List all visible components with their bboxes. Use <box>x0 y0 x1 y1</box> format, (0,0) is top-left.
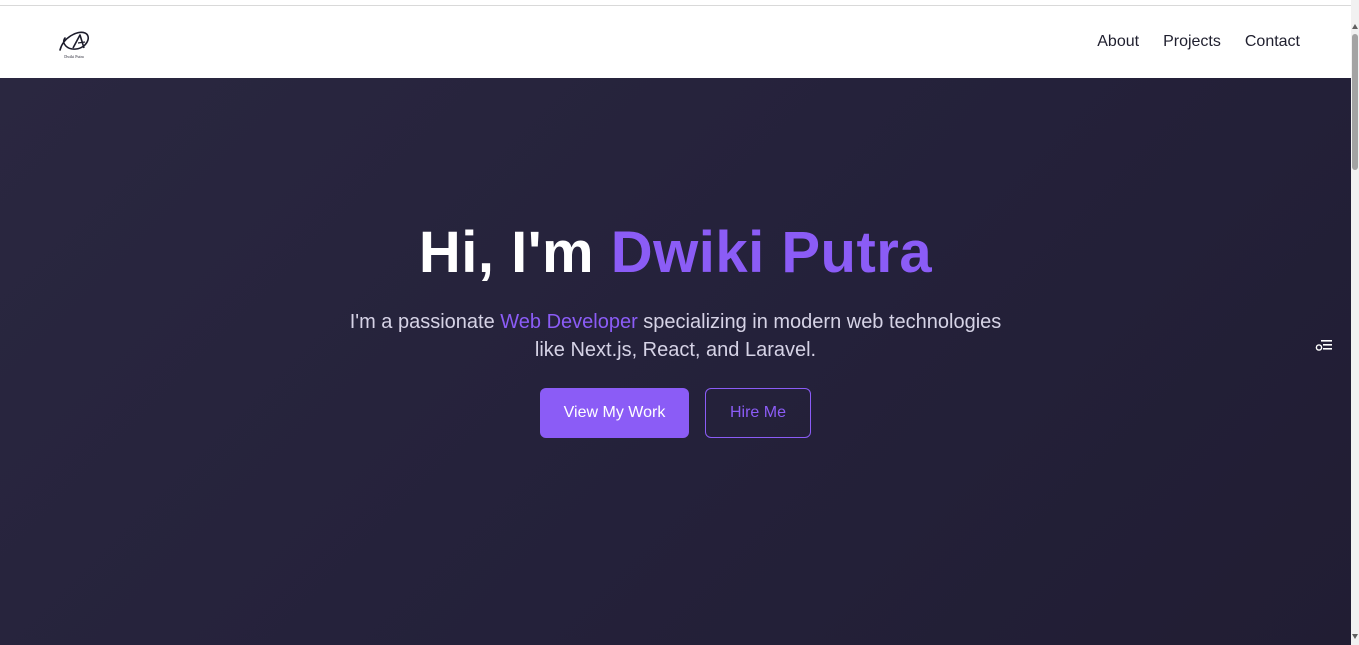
hero-subtitle-role: Web Developer <box>500 311 638 333</box>
hero-title-name: Dwiki Putra <box>610 220 933 285</box>
view-my-work-button[interactable]: View My Work <box>540 388 689 438</box>
nav-link-projects[interactable]: Projects <box>1163 33 1221 51</box>
hero-subtitle-before: I'm a passionate <box>349 311 501 333</box>
hero-cta-row: View My Work Hire Me <box>540 388 811 438</box>
scroll-down-arrow-icon[interactable] <box>1352 634 1358 639</box>
hire-me-button[interactable]: Hire Me <box>705 388 811 438</box>
logo-text: Dwiki Putra <box>64 54 84 59</box>
dwiki-putra-logo-icon: Dwiki Putra <box>59 31 89 59</box>
accessibility-settings-icon <box>1315 340 1332 351</box>
navbar: Dwiki Putra About Projects Contact <box>0 6 1351 78</box>
scrollbar-thumb[interactable] <box>1352 34 1358 170</box>
scroll-up-arrow-icon[interactable] <box>1352 24 1358 29</box>
hero-section: Hi, I'm Dwiki Putra I'm a passionate Web… <box>0 78 1351 645</box>
portfolio-page: Dwiki Putra About Projects Contact Hi, I… <box>0 0 1359 645</box>
hero-title: Hi, I'm Dwiki Putra <box>419 220 932 286</box>
nav-link-contact[interactable]: Contact <box>1245 33 1300 51</box>
hero-title-prefix: Hi, I'm <box>418 220 611 285</box>
site-logo[interactable]: Dwiki Putra <box>55 24 93 62</box>
nav-links: About Projects Contact <box>1097 33 1300 51</box>
hero-subtitle: I'm a passionate Web Developer specializ… <box>336 308 1016 364</box>
nav-link-about[interactable]: About <box>1097 33 1139 51</box>
accessibility-widget-button[interactable] <box>1315 338 1333 352</box>
